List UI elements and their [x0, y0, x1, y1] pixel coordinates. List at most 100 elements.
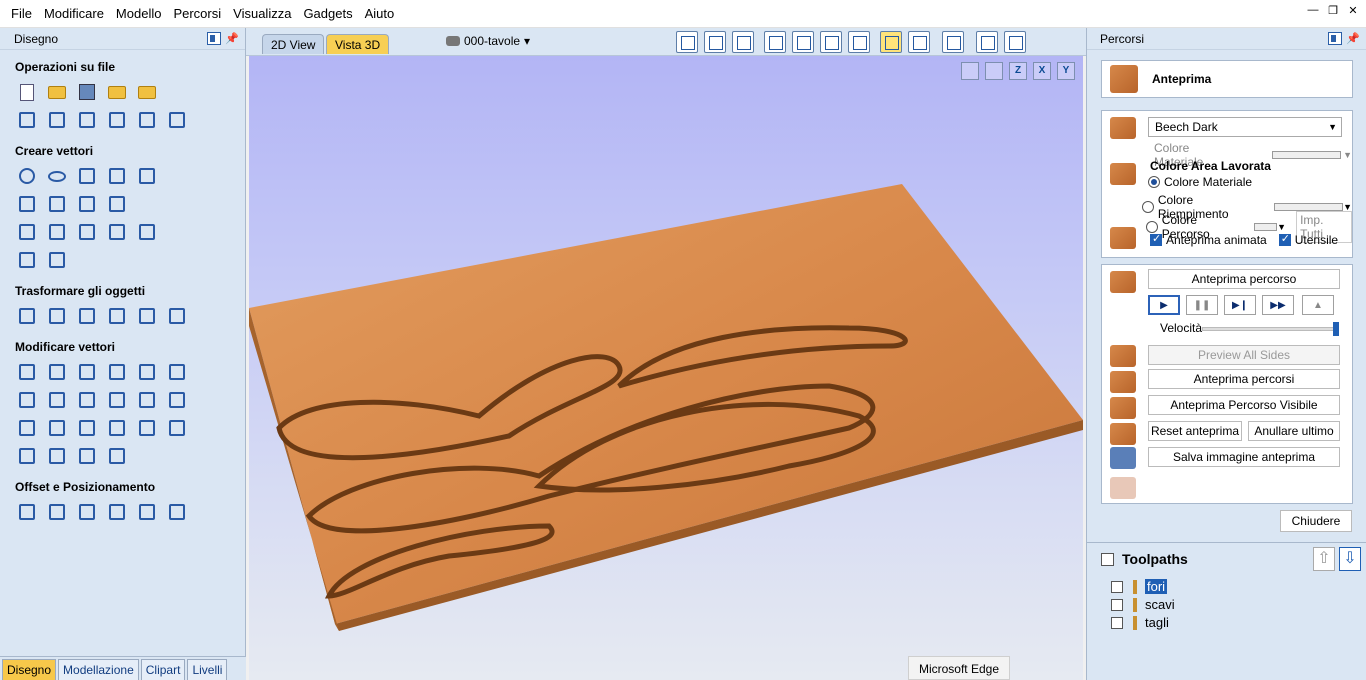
tab-vista-3d[interactable]: Vista 3D — [326, 34, 390, 54]
menu-modificare[interactable]: Modificare — [38, 0, 110, 28]
node-add-icon[interactable] — [76, 361, 98, 383]
toolpath-checkbox[interactable] — [1111, 598, 1123, 611]
anteprima-percorso-button[interactable]: Anteprima percorso — [1148, 269, 1340, 289]
curve-fit-icon[interactable] — [46, 417, 68, 439]
pause-icon[interactable]: ❚❚ — [1186, 295, 1218, 315]
polyline-icon[interactable] — [16, 193, 38, 215]
toolpath-item[interactable]: scavi — [1111, 597, 1175, 612]
copy-icon[interactable] — [76, 109, 98, 131]
toolpath-checkbox[interactable] — [1111, 616, 1123, 629]
pin-icon[interactable]: 📌 — [225, 32, 239, 45]
node-edit-icon[interactable] — [46, 361, 68, 383]
bird-icon[interactable] — [16, 249, 38, 271]
colore-materiale-swatch[interactable] — [1272, 151, 1342, 159]
view-layout-button[interactable] — [976, 31, 998, 53]
center-icon[interactable] — [166, 305, 188, 327]
speed-slider-thumb[interactable] — [1333, 322, 1339, 336]
bend-icon[interactable] — [76, 445, 98, 467]
curve-icon[interactable] — [76, 193, 98, 215]
offset-vector-icon[interactable] — [136, 417, 158, 439]
view-mesh-button[interactable] — [704, 31, 726, 53]
import-icon[interactable] — [136, 81, 158, 103]
grid-array-icon[interactable] — [136, 501, 158, 523]
percorso-swatch[interactable] — [1253, 223, 1278, 231]
distort-icon[interactable] — [136, 305, 158, 327]
select-arrow-icon[interactable] — [16, 361, 38, 383]
intersect-icon[interactable] — [76, 389, 98, 411]
tab-livelli[interactable]: Livelli — [187, 659, 228, 680]
arc-icon[interactable] — [46, 193, 68, 215]
view-zoom-in-button[interactable] — [792, 31, 814, 53]
menu-aiuto[interactable]: Aiuto — [359, 0, 401, 28]
fit-icon[interactable] — [961, 62, 979, 80]
cut-icon[interactable] — [46, 109, 68, 131]
redo-icon[interactable] — [166, 109, 188, 131]
mirror-icon[interactable] — [106, 305, 128, 327]
checkbox-anteprima-animata[interactable] — [1150, 232, 1162, 246]
axis-iso-icon[interactable] — [985, 62, 1003, 80]
copy-along-icon[interactable] — [106, 501, 128, 523]
text-box-icon[interactable] — [46, 221, 68, 243]
polygon-icon[interactable] — [106, 165, 128, 187]
dimension-icon[interactable] — [46, 249, 68, 271]
tab-clipart[interactable]: Clipart — [140, 659, 186, 680]
axis-x-icon[interactable]: X — [1033, 62, 1051, 80]
open-folder-icon[interactable] — [46, 81, 68, 103]
preview-all-sides-button[interactable]: Preview All Sides — [1148, 345, 1340, 365]
dock-icon[interactable] — [1328, 32, 1343, 45]
measure-icon[interactable] — [166, 361, 188, 383]
view-grid-button[interactable] — [732, 31, 754, 53]
view-toolpath-lines-button[interactable] — [908, 31, 930, 53]
toolpath-checkbox[interactable] — [1111, 580, 1123, 593]
salva-immagine-button[interactable]: Salva immagine anteprima — [1148, 447, 1340, 467]
layer-select[interactable]: 000-tavole ▾ — [446, 34, 530, 48]
text-resize-icon[interactable] — [106, 221, 128, 243]
menu-file[interactable]: File — [0, 0, 38, 28]
restore-icon[interactable]: ❐ — [1326, 4, 1340, 17]
view-zoom-out-button[interactable] — [820, 31, 842, 53]
play-icon[interactable]: ▶ — [1148, 295, 1180, 315]
fit-icon[interactable] — [166, 417, 188, 439]
join-icon[interactable] — [16, 445, 38, 467]
dock-icon[interactable] — [207, 32, 222, 45]
star-icon[interactable] — [136, 165, 158, 187]
ellipse-icon[interactable] — [46, 165, 68, 187]
text-icon[interactable] — [16, 221, 38, 243]
chiudere-button[interactable]: Chiudere — [1280, 510, 1352, 532]
scissors-icon[interactable] — [136, 389, 158, 411]
undo-icon[interactable] — [136, 109, 158, 131]
anteprima-percorsi-button[interactable]: Anteprima percorsi — [1148, 369, 1340, 389]
scale-icon[interactable] — [46, 305, 68, 327]
text-on-curve-icon[interactable] — [76, 221, 98, 243]
fillet-icon[interactable] — [166, 389, 188, 411]
select-all-icon[interactable] — [16, 109, 38, 131]
group-icon[interactable] — [106, 361, 128, 383]
speed-slider[interactable] — [1202, 322, 1339, 336]
nesting-icon[interactable] — [76, 501, 98, 523]
checkbox-utensile[interactable] — [1278, 232, 1291, 246]
fast-forward-icon[interactable]: ▶▶ — [1262, 295, 1294, 315]
reset-anteprima-button[interactable]: Reset anteprima — [1148, 421, 1242, 441]
toolpath-item[interactable]: fori — [1111, 579, 1168, 594]
tab-modellazione[interactable]: Modellazione — [58, 659, 139, 680]
material-select[interactable]: Beech Dark ▼ — [1148, 117, 1342, 137]
weld-icon[interactable] — [16, 389, 38, 411]
subtract-icon[interactable] — [46, 389, 68, 411]
move-up-icon[interactable]: ⇧ — [1313, 547, 1335, 571]
paste-icon[interactable] — [106, 109, 128, 131]
viewport-3d[interactable]: Z X Y — [249, 56, 1083, 680]
trim-icon[interactable] — [106, 389, 128, 411]
menu-modello[interactable]: Modello — [110, 0, 168, 28]
ungroup-icon[interactable] — [136, 361, 158, 383]
minimize-icon[interactable]: — — [1306, 4, 1320, 17]
circle-icon[interactable] — [16, 165, 38, 187]
view-lighting-button[interactable] — [942, 31, 964, 53]
text-arc-icon[interactable] — [136, 221, 158, 243]
open-folder-icon[interactable] — [106, 81, 128, 103]
toolpaths-all-checkbox[interactable] — [1101, 552, 1114, 566]
tab-disegno[interactable]: Disegno — [2, 659, 57, 680]
axis-z-icon[interactable]: Z — [1009, 62, 1027, 80]
view-pan-button[interactable] — [764, 31, 786, 53]
align-icon[interactable] — [76, 305, 98, 327]
view-zoom-extents-button[interactable] — [848, 31, 870, 53]
